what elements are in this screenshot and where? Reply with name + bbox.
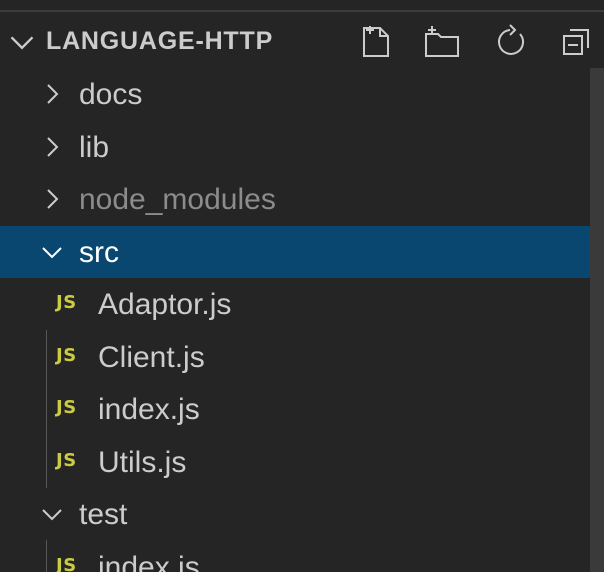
tree-item-label: Adaptor.js (98, 288, 232, 321)
tree-item-client-js[interactable]: JS Client.js (0, 331, 590, 384)
chevron-right-icon (47, 136, 59, 157)
tree-item-adaptor-js[interactable]: JS Adaptor.js (0, 278, 590, 331)
tree-item-test-index-js[interactable]: JS index.js (0, 541, 590, 572)
tree-item-label: Client.js (98, 340, 205, 374)
js-file-icon: JS (56, 344, 77, 366)
tree-item-node-modules[interactable]: node_modules (0, 173, 590, 226)
tree-item-lib[interactable]: lib (0, 121, 590, 174)
chevron-right-icon (47, 189, 59, 209)
chevron-down-icon (42, 509, 62, 521)
explorer-actions (352, 22, 604, 62)
tree-item-label: docs (79, 78, 143, 111)
scrollbar-thumb[interactable] (590, 68, 604, 572)
tree-item-label: Utils.js (98, 445, 187, 479)
tree-item-src[interactable]: src (0, 225, 590, 278)
chevron-down-icon[interactable] (8, 28, 36, 56)
tree-item-utils-js[interactable]: JS Utils.js (0, 436, 590, 489)
file-tree: docs lib node_modules src JS Adaptor.js … (0, 68, 590, 572)
tree-item-index-js[interactable]: JS index.js (0, 383, 590, 436)
chevron-down-icon (42, 246, 62, 258)
chevron-right-icon (47, 84, 59, 104)
new-folder-icon[interactable] (422, 22, 462, 62)
collapse-all-icon[interactable] (558, 22, 598, 62)
tree-item-test[interactable]: test (0, 488, 590, 541)
new-file-icon[interactable] (356, 22, 396, 62)
tree-item-label: node_modules (79, 183, 276, 216)
js-file-icon: JS (56, 397, 77, 418)
panel-top-border (0, 0, 604, 12)
js-file-icon: JS (56, 554, 77, 572)
explorer-section-header[interactable]: LANGUAGE-HTTP (0, 14, 604, 68)
js-file-icon: JS (56, 292, 77, 313)
tree-item-docs[interactable]: docs (0, 68, 590, 121)
refresh-icon[interactable] (490, 22, 530, 62)
tree-item-label: src (79, 235, 119, 269)
explorer-title: LANGUAGE-HTTP (46, 27, 274, 55)
tree-item-label: index.js (98, 550, 200, 572)
tree-item-label: test (79, 498, 128, 531)
js-file-icon: JS (56, 449, 77, 471)
tree-item-label: lib (79, 130, 110, 164)
tree-item-label: index.js (98, 393, 200, 426)
